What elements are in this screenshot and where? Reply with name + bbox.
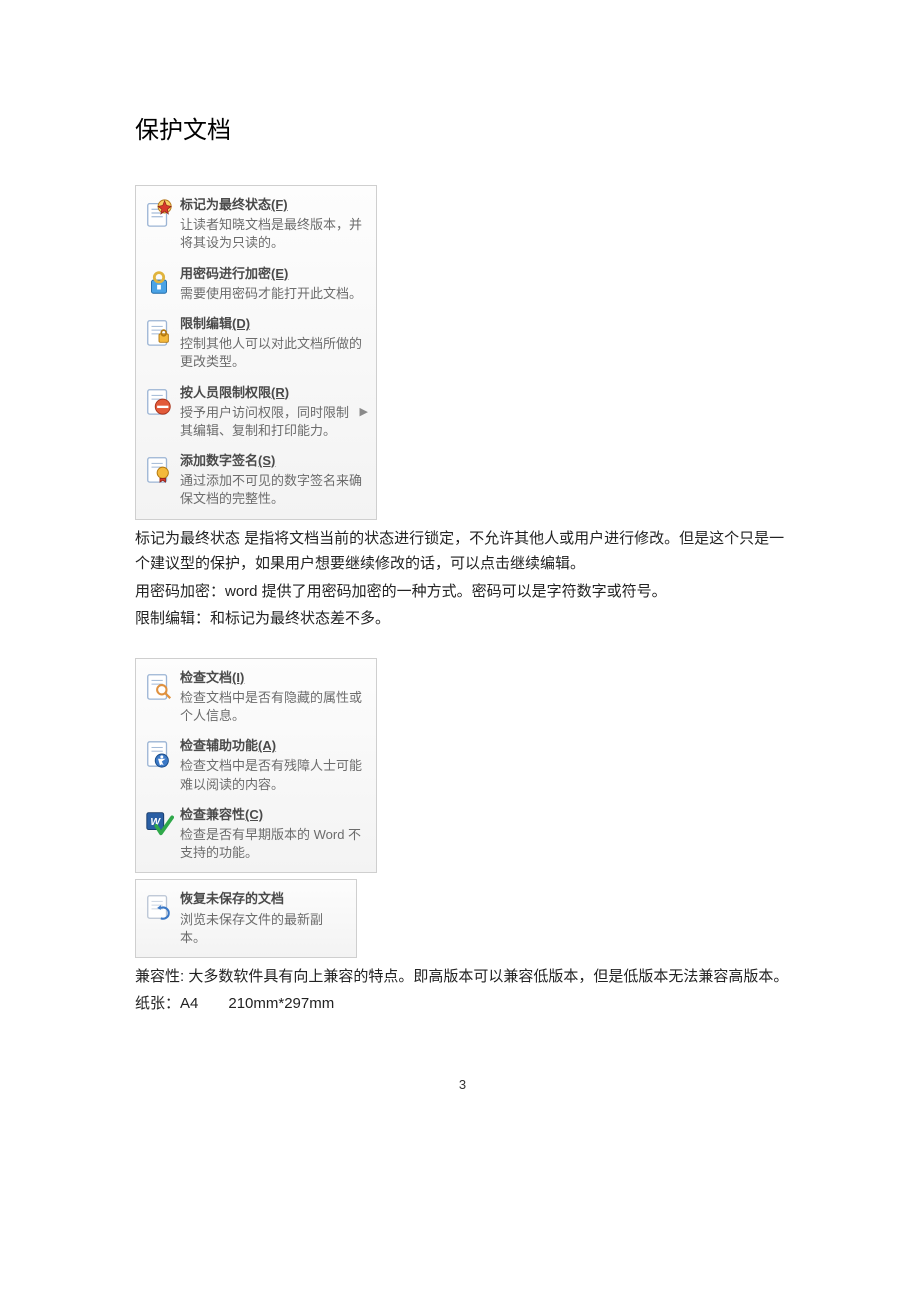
mark-final-icon <box>144 198 174 228</box>
page: 保护文档 标记为最终状态(F) 让读者知晓文档是最终版本，并将其设为只读的。 <box>0 0 920 1132</box>
recover-panel: 恢复未保存的文档 浏览未保存文件的最新副本。 <box>135 879 357 958</box>
menu-title: 检查文档(I) <box>180 669 368 687</box>
menu-desc: 控制其他人可以对此文档所做的更改类型。 <box>180 335 368 371</box>
menu-item-restrict-edit[interactable]: 限制编辑(D) 控制其他人可以对此文档所做的更改类型。 <box>136 309 376 378</box>
menu-desc: 通过添加不可见的数字签名来确保文档的完整性。 <box>180 472 368 508</box>
restrict-permission-icon <box>144 386 174 416</box>
menu-title: 恢复未保存的文档 <box>180 890 348 908</box>
protect-panel: 标记为最终状态(F) 让读者知晓文档是最终版本，并将其设为只读的。 用密码进行加… <box>135 185 377 520</box>
menu-title: 添加数字签名(S) <box>180 452 368 470</box>
paragraph: 兼容性: 大多数软件具有向上兼容的特点。即高版本可以兼容低版本，但是低版本无法兼… <box>135 964 790 990</box>
inspect-doc-icon <box>144 671 174 701</box>
digital-sign-icon <box>144 454 174 484</box>
menu-desc: 检查文档中是否有残障人士可能难以阅读的内容。 <box>180 757 368 793</box>
menu-desc: 需要使用密码才能打开此文档。 <box>180 285 368 303</box>
paragraph: 限制编辑：和标记为最终状态差不多。 <box>135 606 790 632</box>
encrypt-icon <box>144 267 174 297</box>
accessibility-icon <box>144 739 174 769</box>
paragraph: 用密码加密：word 提供了用密码加密的一种方式。密码可以是字符数字或符号。 <box>135 579 790 605</box>
menu-item-inspect-doc[interactable]: 检查文档(I) 检查文档中是否有隐藏的属性或个人信息。 <box>136 663 376 732</box>
menu-title: 标记为最终状态(F) <box>180 196 368 214</box>
menu-desc: 授予用户访问权限，同时限制其编辑、复制和打印能力。 <box>180 404 358 440</box>
menu-title: 按人员限制权限(R) <box>180 384 358 402</box>
menu-item-encrypt[interactable]: 用密码进行加密(E) 需要使用密码才能打开此文档。 <box>136 259 376 309</box>
compatibility-icon: W <box>144 808 174 838</box>
page-title: 保护文档 <box>135 110 790 145</box>
menu-title: 限制编辑(D) <box>180 315 368 333</box>
recover-icon <box>144 892 174 922</box>
menu-desc: 检查是否有早期版本的 Word 不支持的功能。 <box>180 826 368 862</box>
menu-item-accessibility[interactable]: 检查辅助功能(A) 检查文档中是否有残障人士可能难以阅读的内容。 <box>136 731 376 800</box>
menu-desc: 检查文档中是否有隐藏的属性或个人信息。 <box>180 689 368 725</box>
paragraph: 标记为最终状态 是指将文档当前的状态进行锁定，不允许其他人或用户进行修改。但是这… <box>135 526 790 577</box>
menu-item-recover[interactable]: 恢复未保存的文档 浏览未保存文件的最新副本。 <box>136 884 356 953</box>
restrict-edit-icon <box>144 317 174 347</box>
menu-desc: 让读者知晓文档是最终版本，并将其设为只读的。 <box>180 216 368 252</box>
submenu-arrow-icon: ▶ <box>360 405 368 418</box>
menu-item-compatibility[interactable]: W 检查兼容性(C) 检查是否有早期版本的 Word 不支持的功能。 <box>136 800 376 869</box>
menu-title: 检查兼容性(C) <box>180 806 368 824</box>
menu-item-restrict-permission[interactable]: 按人员限制权限(R) 授予用户访问权限，同时限制其编辑、复制和打印能力。 ▶ <box>136 378 376 447</box>
paragraph: 纸张：A4 210mm*297mm <box>135 991 790 1017</box>
check-panel: 检查文档(I) 检查文档中是否有隐藏的属性或个人信息。 检查辅助功能(A) <box>135 658 377 874</box>
menu-title: 检查辅助功能(A) <box>180 737 368 755</box>
menu-item-digital-sign[interactable]: 添加数字签名(S) 通过添加不可见的数字签名来确保文档的完整性。 <box>136 446 376 515</box>
page-number: 3 <box>135 1077 790 1092</box>
menu-title: 用密码进行加密(E) <box>180 265 368 283</box>
menu-desc: 浏览未保存文件的最新副本。 <box>180 911 348 947</box>
menu-item-mark-final[interactable]: 标记为最终状态(F) 让读者知晓文档是最终版本，并将其设为只读的。 <box>136 190 376 259</box>
